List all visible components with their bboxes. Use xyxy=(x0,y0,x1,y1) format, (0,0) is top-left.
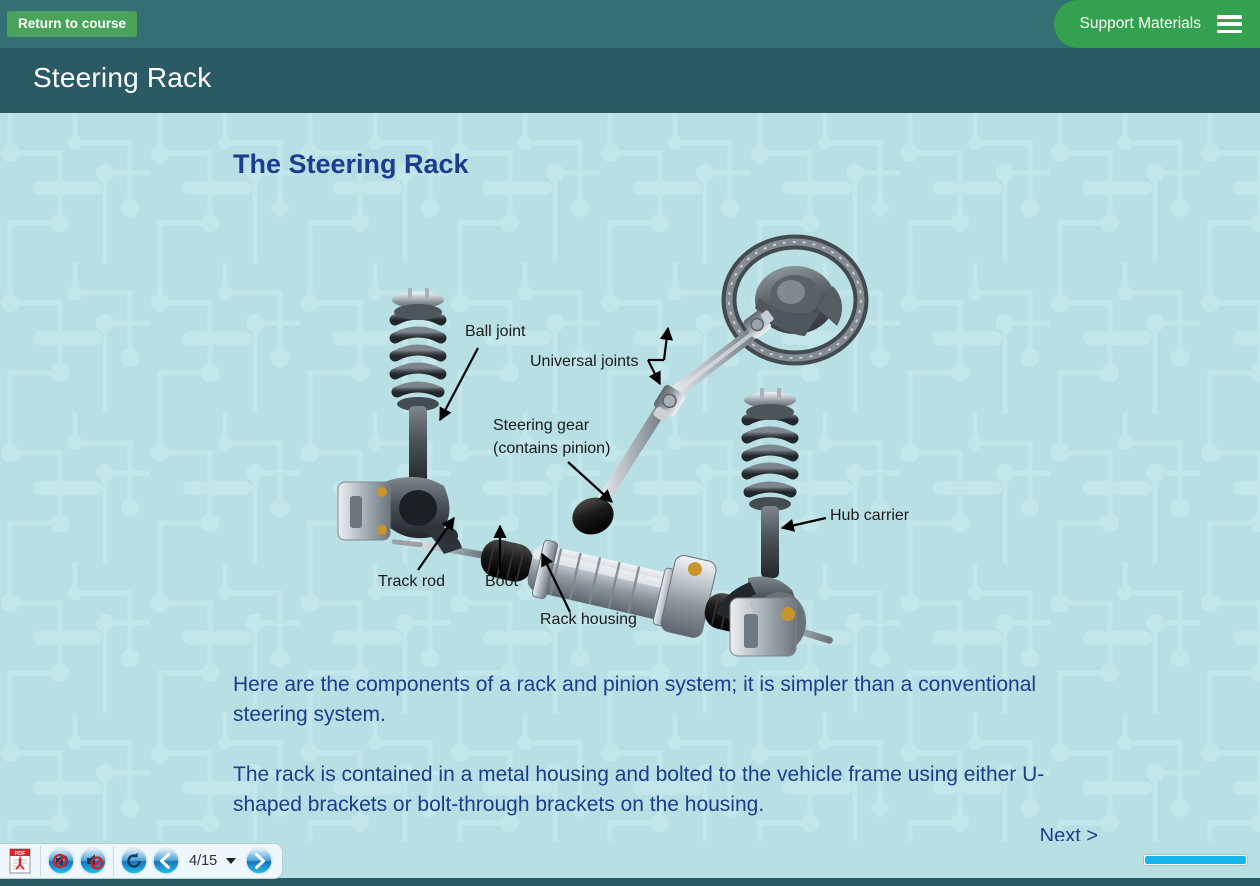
slide-heading: The Steering Rack xyxy=(233,149,469,179)
footer-bar: PDF 4/15 xyxy=(0,841,1260,886)
paragraph-1: Here are the components of a rack and pi… xyxy=(233,673,1037,726)
slide-stage: The Steering Rack Ball joint Universal j… xyxy=(0,113,1260,841)
leader-universal-2 xyxy=(659,326,674,361)
svg-text:PDF: PDF xyxy=(15,851,26,857)
diagram-label-boot: Boot xyxy=(485,573,518,590)
next-link[interactable]: Next > xyxy=(1040,825,1098,841)
diagram-label-steering-gear: Steering gear xyxy=(493,417,590,434)
pdf-icon: PDF xyxy=(9,848,31,874)
page-number: 4/15 xyxy=(189,853,218,869)
diagram-label-universal-joints: Universal joints xyxy=(530,353,638,370)
replay-button[interactable] xyxy=(120,847,148,875)
audio-mute-button[interactable] xyxy=(79,847,107,875)
caret-down-icon[interactable] xyxy=(226,858,237,864)
diagram-label-contains-pinion: (contains pinion) xyxy=(493,440,610,457)
course-progress-bar[interactable] xyxy=(1143,854,1248,866)
previous-button[interactable] xyxy=(152,847,180,875)
paragraph-2: The rack is contained in a metal housing… xyxy=(233,763,1045,816)
return-to-course-button[interactable]: Return to course xyxy=(7,11,138,37)
chevron-right-icon xyxy=(245,847,273,875)
chevron-left-icon xyxy=(152,847,180,875)
support-materials-label: Support Materials xyxy=(1079,15,1201,32)
narration-muted-icon xyxy=(47,847,75,875)
leader-hub-carrier xyxy=(780,516,827,532)
course-progress-fill xyxy=(1145,856,1246,864)
hamburger-menu-icon[interactable] xyxy=(1217,15,1242,33)
title-bar: Steering Rack xyxy=(0,48,1260,113)
page-title: Steering Rack xyxy=(33,62,212,93)
toolbar-divider xyxy=(113,846,114,876)
diagram-label-hub-carrier: Hub carrier xyxy=(830,507,910,524)
support-materials-tab[interactable]: Support Materials xyxy=(1053,0,1260,48)
leader-universal-1 xyxy=(647,359,661,386)
diagram-label-ball-joint: Ball joint xyxy=(465,323,526,340)
page-indicator-dropdown[interactable]: 4/15 xyxy=(189,853,237,869)
next-button[interactable] xyxy=(245,847,273,875)
diagram-label-track-rod: Track rod xyxy=(378,573,445,590)
steering-rack-diagram: Ball joint Universal joints Steering gea… xyxy=(330,208,930,718)
narration-mute-button[interactable] xyxy=(47,847,75,875)
slide-body-text: Here are the components of a rack and pi… xyxy=(233,670,1073,820)
top-bar: Return to course Support Materials xyxy=(0,0,1260,48)
volume-muted-icon xyxy=(79,847,107,875)
diagram-label-rack-housing: Rack housing xyxy=(540,611,637,628)
player-toolbar: PDF 4/15 xyxy=(0,843,284,879)
toolbar-divider xyxy=(40,846,41,876)
pdf-resource-button[interactable]: PDF xyxy=(6,847,34,875)
leader-steering-gear xyxy=(567,461,613,503)
replay-icon xyxy=(120,847,148,875)
